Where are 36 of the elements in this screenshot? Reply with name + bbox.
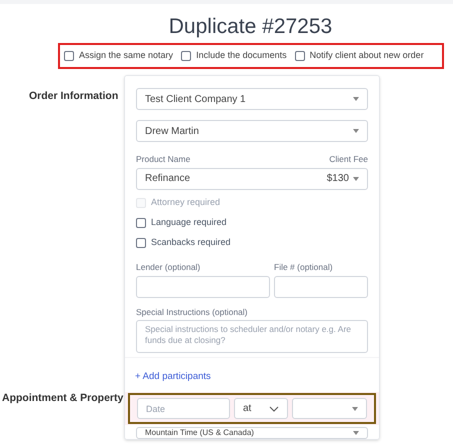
product-select[interactable]: Refinance $130 [136,168,368,190]
instructions-field[interactable]: Special instructions to scheduler and/or notary e.g. Are funds due at closing? [136,320,368,354]
checkbox-label: Attorney required [151,196,220,209]
checkbox[interactable] [136,218,146,228]
fee-value: $130 [326,172,349,186]
time-prefix-select[interactable]: at [234,398,288,420]
date-input[interactable]: Date [137,398,230,420]
section-heading: Order Information [28,89,120,104]
lender-input[interactable] [136,276,270,298]
checkbox[interactable] [181,51,192,61]
checkbox-label: Language required [151,216,227,229]
checkbox-label: Notify client about new order [310,49,424,62]
caret-icon [352,406,358,411]
page-title: Duplicate #27253 [168,14,332,40]
add-participants-link[interactable]: + Add participants [135,371,211,382]
field-label: File # (optional) [274,260,333,274]
checkbox[interactable] [294,51,305,61]
checkbox[interactable] [64,51,74,61]
chevron-down-icon [269,406,279,412]
field-label: Product Name [136,153,190,166]
caret-icon [353,97,359,101]
checkbox-label: Assign the same notary [79,49,174,62]
caret-icon [353,176,359,181]
section-heading: Appointment & Property [1,390,124,406]
field-label: Special Instructions (optional) [136,306,249,318]
file-input[interactable] [274,276,368,298]
contact-select[interactable]: Drew Martin [136,120,368,142]
timezone-select[interactable]: Mountain Time (US & Canada) [136,427,368,440]
checkbox[interactable] [136,238,146,248]
caret-icon [353,129,359,133]
field-label: Lender (optional) [136,260,202,274]
caret-icon [353,431,359,436]
checkbox-label: Include the documents [196,49,287,62]
client-select[interactable]: Test Client Company 1 [136,88,368,110]
field-label: Client Fee [329,153,368,166]
checkbox-label: Scanbacks required [151,236,231,249]
